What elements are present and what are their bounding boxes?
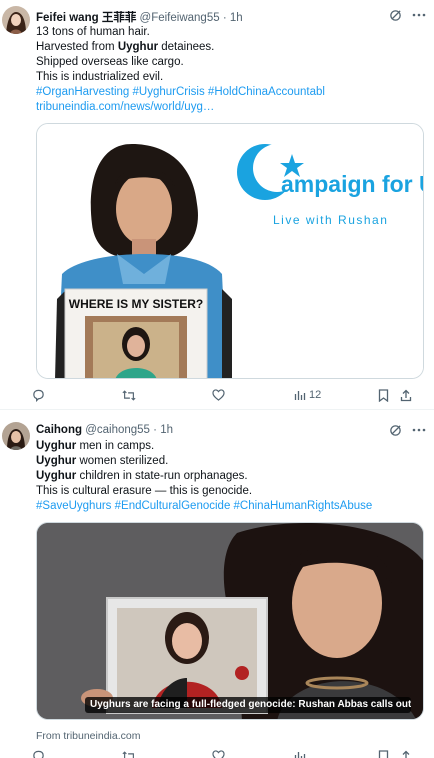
tweet[interactable]: Caihong @caihong55 · 1h Uyghur men in ca… [0, 414, 434, 758]
grok-icon[interactable] [388, 8, 402, 22]
retweet-button[interactable] [122, 750, 212, 758]
text-line: Uyghur women sterilized. [36, 455, 169, 467]
text-line: Shipped overseas like cargo. [36, 56, 184, 68]
retweet-icon [122, 751, 134, 758]
tweet[interactable]: Feifei wang 王菲菲 @Feifeiwang55 · 1h 13 to… [0, 0, 434, 410]
tweet-text: 13 tons of human hair. Harvested from Uy… [36, 25, 426, 115]
share-button[interactable] [400, 389, 412, 402]
bookmark-button[interactable] [378, 388, 400, 402]
views-icon [294, 391, 306, 400]
like-button[interactable] [212, 750, 294, 758]
like-button[interactable] [212, 389, 294, 401]
bookmark-icon [378, 750, 389, 758]
text-line: Uyghur children in state-run orphanages. [36, 470, 248, 482]
tweet-actions [32, 750, 428, 758]
author-name[interactable]: Caihong [36, 424, 82, 436]
timestamp[interactable]: 1h [230, 12, 243, 24]
hashtags[interactable]: #OrganHarvesting #UyghurCrisis #HoldChin… [36, 85, 426, 100]
tweet-header: Caihong @caihong55 · 1h [36, 424, 428, 439]
tweet-header: Feifei wang 王菲菲 @Feifeiwang55 · 1h [36, 9, 428, 24]
hashtags[interactable]: #SaveUyghurs #EndCulturalGenocide #China… [36, 499, 426, 514]
tweet-text: Uyghur men in camps. Uyghur women steril… [36, 439, 426, 514]
like-icon [212, 750, 225, 758]
retweet-button[interactable] [122, 389, 212, 402]
reply-button[interactable] [32, 750, 122, 758]
reply-icon [33, 750, 44, 758]
separator: · [222, 12, 227, 24]
link-url[interactable]: tribuneindia.com/news/world/uyg… [36, 100, 426, 115]
sign-text: WHERE IS MY SISTER? [69, 297, 203, 311]
tweet-actions: 12 [32, 387, 428, 403]
reply-icon [33, 389, 44, 402]
share-icon [400, 750, 412, 758]
author-name[interactable]: Feifei wang 王菲菲 [36, 12, 136, 24]
bookmark-button[interactable] [378, 750, 400, 758]
reply-button[interactable] [32, 389, 122, 402]
avatar[interactable] [2, 422, 30, 450]
text-line: This is cultural erasure — this is genoc… [36, 485, 253, 497]
retweet-icon [122, 389, 136, 401]
grok-icon[interactable] [388, 423, 402, 437]
views-count: 12 [309, 389, 322, 401]
more-icon[interactable] [412, 8, 426, 22]
tweet-header-actions [388, 423, 426, 437]
share-icon [400, 389, 412, 401]
separator: · [153, 424, 157, 436]
views-button[interactable]: 12 [294, 389, 378, 401]
banner-subtitle: Live with Rushan [273, 213, 388, 227]
views-icon [294, 752, 306, 758]
more-icon[interactable] [412, 423, 426, 437]
text-line: 13 tons of human hair. [36, 26, 150, 38]
link-source[interactable]: From tribuneindia.com [36, 730, 140, 742]
timestamp[interactable]: 1h [160, 424, 173, 436]
tweet-header-actions [388, 8, 426, 22]
banner-title: ampaign for Uygh [281, 171, 424, 197]
author-handle[interactable]: @caihong55 [85, 424, 150, 436]
like-icon [212, 389, 225, 401]
text-line: Uyghur men in camps. [36, 440, 155, 452]
tweet-media-video[interactable]: Uyghurs are facing a full-fledged genoci… [36, 522, 424, 720]
author-handle[interactable]: @Feifeiwang55 [140, 12, 220, 24]
text-line: This is industrialized evil. [36, 71, 164, 83]
views-button[interactable] [294, 750, 378, 758]
tweet-media-image[interactable]: WHERE IS MY SISTER? ampaign for Uygh Liv… [36, 123, 424, 379]
video-caption: Uyghurs are facing a full-fledged genoci… [85, 697, 411, 713]
avatar[interactable] [2, 6, 30, 34]
bookmark-icon [378, 388, 389, 402]
text-line: Harvested from Uyghur detainees. [36, 41, 215, 53]
share-button[interactable] [400, 750, 412, 758]
